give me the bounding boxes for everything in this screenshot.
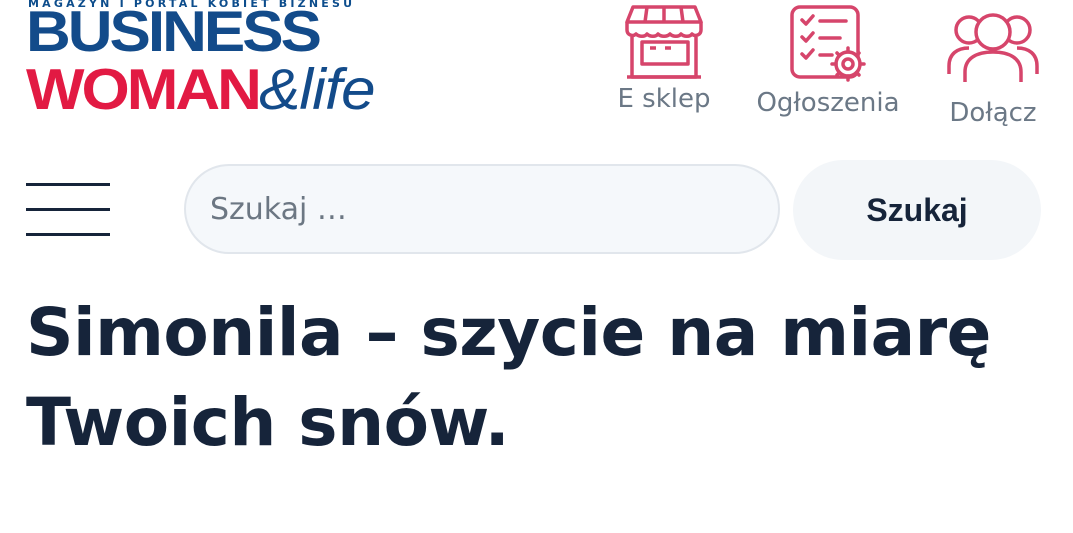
announcements-link-label: Ogłoszenia bbox=[756, 88, 900, 118]
hamburger-line bbox=[26, 183, 110, 186]
shop-link-label: E sklep bbox=[617, 84, 711, 114]
shop-icon bbox=[612, 4, 716, 80]
search-button[interactable]: Szukaj bbox=[793, 160, 1041, 260]
logo-woman-life-text: WOMAN&life bbox=[26, 62, 376, 119]
hamburger-line bbox=[26, 233, 110, 236]
shop-link[interactable]: E sklep bbox=[612, 4, 716, 114]
logo-woman-text: WOMAN bbox=[26, 58, 262, 122]
join-link-label: Dołącz bbox=[949, 98, 1037, 128]
join-link[interactable]: Dołącz bbox=[940, 8, 1046, 128]
logo-business-text: BUSINESS bbox=[26, 0, 322, 64]
search-input[interactable] bbox=[184, 164, 780, 254]
hamburger-menu-icon[interactable] bbox=[26, 182, 110, 238]
site-logo[interactable]: MAGAZYN I PORTAL KOBIET BIZNESU BUSINESS… bbox=[26, 0, 446, 130]
announcements-link[interactable]: Ogłoszenia bbox=[752, 4, 904, 118]
checklist-gear-icon bbox=[752, 4, 904, 82]
article-title: Simonila – szycie na miarę Twoich snów. bbox=[26, 294, 991, 461]
people-group-icon bbox=[940, 8, 1046, 84]
hamburger-line bbox=[26, 208, 110, 211]
logo-life-text: &life bbox=[258, 58, 376, 122]
